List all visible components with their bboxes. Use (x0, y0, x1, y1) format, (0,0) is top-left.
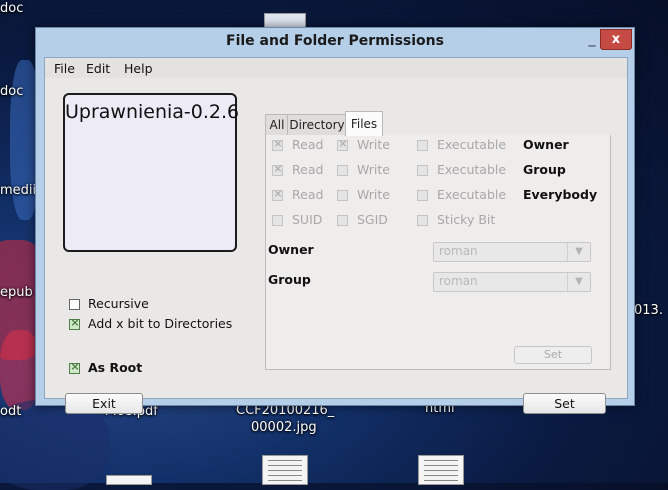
document-thumbnail-icon[interactable] (262, 455, 308, 485)
tab-directory[interactable]: Directory (287, 114, 347, 136)
panel-set-button[interactable]: Set (514, 346, 592, 364)
sticky-bit-checkbox[interactable] (417, 215, 428, 226)
document-thumbnail-icon[interactable] (418, 455, 464, 485)
owner-read-label: Read (292, 137, 324, 152)
tab-files[interactable]: Files (345, 111, 383, 136)
everybody-row-label: Everybody (523, 187, 598, 202)
owner-executable-label: Executable (437, 137, 507, 152)
sgid-label: SGID (357, 212, 388, 227)
group-select-value: roman (439, 274, 478, 288)
as-root-checkbox[interactable] (69, 360, 80, 374)
desktop-label-013[interactable]: 013. (634, 303, 663, 318)
owner-row-label: Owner (523, 137, 569, 152)
owner-select-value: roman (439, 244, 478, 258)
document-thumbnail-icon[interactable] (106, 475, 152, 485)
window-title: File and Folder Permissions (226, 33, 444, 49)
everybody-write-checkbox[interactable] (337, 190, 348, 201)
add-x-bit-label[interactable]: Add x bit to Directories (88, 316, 232, 331)
title-bar[interactable]: File and Folder Permissions _ x (36, 28, 634, 56)
desktop-label-doc2[interactable]: doc (0, 84, 23, 99)
owner-write-checkbox[interactable] (337, 137, 348, 151)
menu-file[interactable]: File (54, 61, 75, 76)
sgid-checkbox[interactable] (337, 215, 348, 226)
close-button[interactable]: x (600, 29, 632, 50)
group-read-label: Read (292, 162, 324, 177)
menu-help[interactable]: Help (124, 61, 153, 76)
permissions-window: File and Folder Permissions _ x File Edi… (35, 27, 635, 414)
group-field-label: Group (268, 272, 311, 287)
suid-label: SUID (292, 212, 323, 227)
desktop-label-epub[interactable]: epub (0, 285, 33, 300)
everybody-read-label: Read (292, 187, 324, 202)
exit-button[interactable]: Exit (65, 393, 143, 414)
menu-bar: File Edit Help (45, 58, 627, 78)
desktop-label-ccf-line2[interactable]: 00002.jpg (251, 420, 317, 435)
owner-write-label: Write (357, 137, 391, 152)
everybody-executable-label: Executable (437, 187, 507, 202)
everybody-executable-checkbox[interactable] (417, 190, 428, 201)
group-executable-checkbox[interactable] (417, 165, 428, 176)
everybody-write-label: Write (357, 187, 391, 202)
chevron-down-icon[interactable]: ▼ (567, 273, 590, 291)
menu-edit[interactable]: Edit (86, 61, 110, 76)
files-tab-panel: Read Write Executable Owner Read Write E… (265, 135, 611, 370)
window-client-area: File Edit Help Uprawnienia-0.2.6 Recursi… (44, 57, 628, 414)
group-executable-label: Executable (437, 162, 507, 177)
tab-all[interactable]: All (265, 114, 289, 136)
desktop-label-odt[interactable]: odt (0, 404, 21, 419)
desktop-label-medii[interactable]: medii (0, 183, 36, 198)
owner-read-checkbox[interactable] (272, 137, 283, 151)
group-row-label: Group (523, 162, 566, 177)
group-write-label: Write (357, 162, 391, 177)
group-read-checkbox[interactable] (272, 162, 283, 176)
group-write-checkbox[interactable] (337, 165, 348, 176)
set-button[interactable]: Set (523, 393, 606, 414)
as-root-label[interactable]: As Root (88, 360, 142, 375)
suid-checkbox[interactable] (272, 215, 283, 226)
recursive-label[interactable]: Recursive (88, 296, 149, 311)
everybody-read-checkbox[interactable] (272, 187, 283, 201)
chevron-down-icon[interactable]: ▼ (567, 243, 590, 261)
sticky-bit-label: Sticky Bit (437, 212, 496, 227)
owner-select[interactable]: roman ▼ (433, 242, 591, 262)
add-x-bit-checkbox[interactable] (69, 316, 80, 330)
owner-field-label: Owner (268, 242, 314, 257)
recursive-checkbox[interactable] (69, 299, 80, 310)
desktop-label-doc1[interactable]: doc (0, 1, 23, 16)
owner-executable-checkbox[interactable] (417, 140, 428, 151)
app-name-box: Uprawnienia-0.2.6 (63, 93, 240, 252)
app-name: Uprawnienia-0.2.6 (65, 101, 240, 123)
group-select[interactable]: roman ▼ (433, 272, 591, 292)
